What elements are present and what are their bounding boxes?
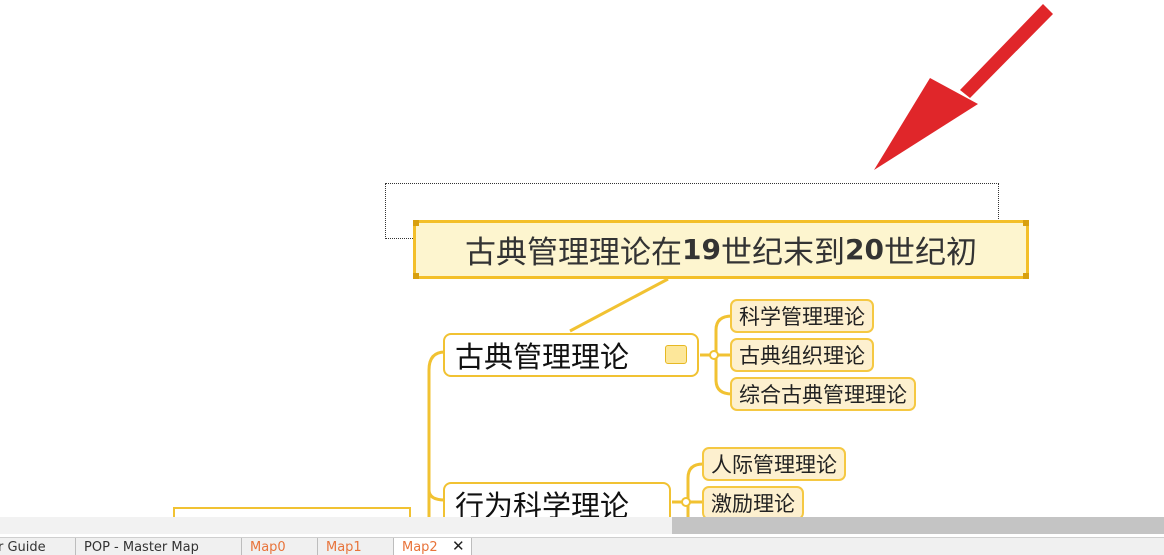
topic-label: 古典管理理论 bbox=[455, 340, 630, 374]
tab-map0[interactable]: Map0 bbox=[242, 538, 318, 555]
document-tab-bar: r Guide POP - Master Map Map0 Map1 Map2 … bbox=[0, 537, 1164, 555]
subtopic-comprehensive-classical[interactable]: 综合古典管理理论 bbox=[730, 377, 916, 411]
red-arrow-icon bbox=[960, 4, 1053, 98]
subtopic-label: 综合古典管理理论 bbox=[739, 383, 907, 407]
subtopic-interpersonal-management[interactable]: 人际管理理论 bbox=[702, 447, 846, 481]
tab-label: Map0 bbox=[250, 540, 286, 555]
topic-label: 行为科学理论 bbox=[455, 489, 630, 517]
subtopic-label: 科学管理理论 bbox=[739, 305, 865, 329]
tab-label: Map1 bbox=[326, 540, 362, 555]
callout-text-segment: 19 bbox=[682, 233, 721, 266]
subtopic-label: 人际管理理论 bbox=[711, 453, 837, 477]
callout-text-segment: 20 bbox=[845, 233, 884, 266]
callout-text-segment: 古典管理理论在 bbox=[465, 235, 683, 271]
tab-pop-master-map[interactable]: POP - Master Map bbox=[76, 538, 242, 555]
mind-map-canvas[interactable]: 古典管理理论在 19 世纪末到 20 世纪初 古典管理理论 科学管理理论 古典组织理论 … bbox=[0, 0, 1164, 517]
subtopic-classical-organization[interactable]: 古典组织理论 bbox=[730, 338, 874, 372]
close-icon[interactable]: ✕ bbox=[452, 538, 465, 555]
tab-label: Map2 bbox=[402, 540, 438, 555]
horizontal-scrollbar-thumb[interactable] bbox=[672, 517, 1164, 534]
tab-map1[interactable]: Map1 bbox=[318, 538, 394, 555]
topic-classical-management[interactable]: 古典管理理论 bbox=[443, 333, 699, 377]
resize-handle[interactable] bbox=[413, 273, 419, 279]
subtopic-label: 激励理论 bbox=[711, 492, 795, 516]
topic-behavioral-science[interactable]: 行为科学理论 bbox=[443, 482, 671, 517]
tab-label: POP - Master Map bbox=[84, 540, 199, 555]
subtopic-scientific-management[interactable]: 科学管理理论 bbox=[730, 299, 874, 333]
subtopic-label: 古典组织理论 bbox=[739, 344, 865, 368]
callout-topic[interactable]: 古典管理理论在 19 世纪末到 20 世纪初 bbox=[413, 220, 1029, 279]
tab-label: r Guide bbox=[0, 540, 46, 555]
partial-topic[interactable] bbox=[173, 507, 411, 517]
tab-guide[interactable]: r Guide bbox=[0, 538, 76, 555]
note-icon[interactable] bbox=[665, 345, 687, 364]
resize-handle[interactable] bbox=[1023, 273, 1029, 279]
subtopic-motivation-theory[interactable]: 激励理论 bbox=[702, 486, 804, 517]
resize-handle[interactable] bbox=[413, 220, 419, 226]
callout-text-segment: 世纪末到 bbox=[721, 235, 845, 271]
scrollbar-track bbox=[0, 517, 672, 534]
resize-handle[interactable] bbox=[1023, 220, 1029, 226]
callout-text-segment: 世纪初 bbox=[883, 235, 977, 271]
